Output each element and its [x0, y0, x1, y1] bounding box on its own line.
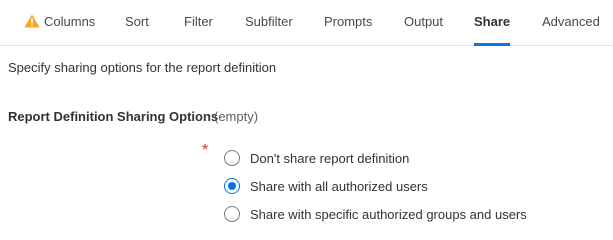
tab-subfilter[interactable]: Subfilter: [245, 0, 293, 46]
tab-label: Subfilter: [245, 14, 293, 29]
tab-filter[interactable]: Filter: [184, 0, 213, 46]
tab-bar: Columns Sort Filter Subfilter Prompts Ou…: [0, 0, 613, 46]
tab-prompts[interactable]: Prompts: [324, 0, 372, 46]
radio-label: Share with all authorized users: [250, 178, 428, 194]
radio-label: Don't share report definition: [250, 150, 410, 166]
tab-advanced[interactable]: Advanced: [542, 0, 600, 46]
active-tab-indicator: [474, 43, 511, 46]
radio-option-share-specific[interactable]: Share with specific authorized groups an…: [224, 204, 527, 224]
tab-sort[interactable]: Sort: [125, 0, 149, 46]
radio-button[interactable]: [224, 150, 240, 166]
page-description: Specify sharing options for the report d…: [8, 60, 277, 75]
tab-columns[interactable]: Columns: [24, 0, 95, 46]
tab-label: Output: [404, 14, 444, 29]
sharing-options-value: (empty): [214, 109, 259, 124]
radio-button[interactable]: [224, 206, 240, 222]
required-indicator: *: [202, 142, 209, 159]
warning-icon: [24, 14, 40, 28]
sharing-options-label: Report Definition Sharing Options: [8, 109, 219, 124]
tab-label: Sort: [125, 14, 149, 29]
tab-share[interactable]: Share: [474, 0, 511, 46]
tab-label: Share: [474, 14, 511, 29]
tab-label: Advanced: [542, 14, 600, 29]
radio-label: Share with specific authorized groups an…: [250, 206, 527, 222]
radio-button[interactable]: [224, 178, 240, 194]
tab-label: Filter: [184, 14, 213, 29]
tab-label: Prompts: [324, 14, 373, 29]
tab-label: Columns: [44, 14, 96, 29]
tab-output[interactable]: Output: [404, 0, 443, 46]
radio-option-dont-share[interactable]: Don't share report definition: [224, 148, 409, 168]
radio-option-share-all[interactable]: Share with all authorized users: [224, 176, 428, 196]
